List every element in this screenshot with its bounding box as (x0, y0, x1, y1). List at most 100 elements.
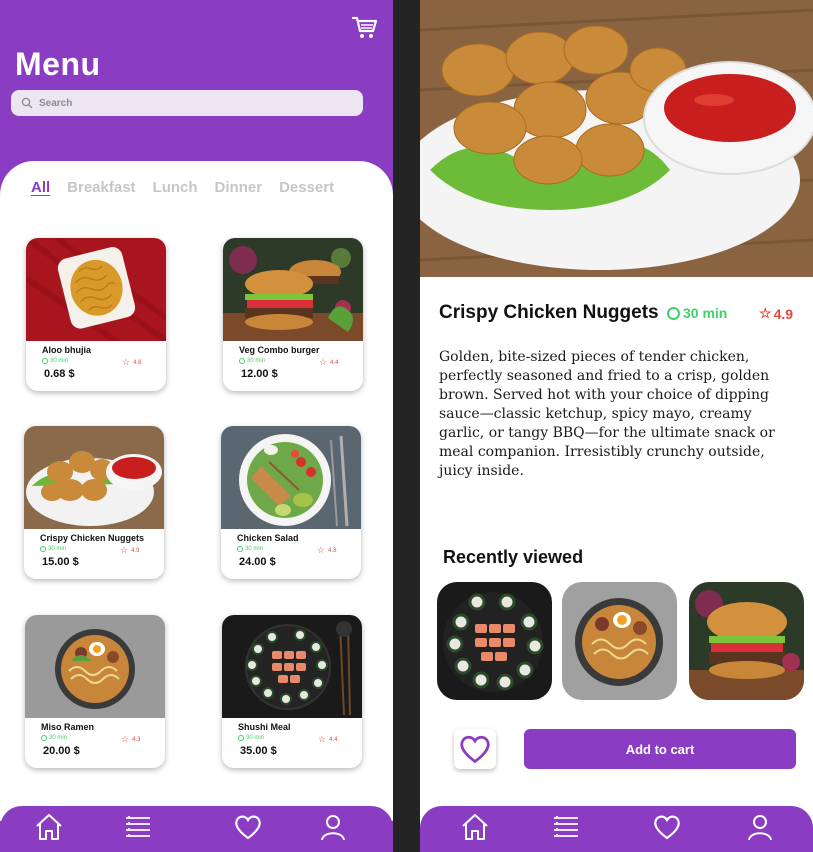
card-rating: ☆ 4.8 (317, 545, 336, 556)
card-rating-value: 4.8 (328, 547, 337, 554)
rating: ☆ 4.9 (759, 305, 793, 322)
card-price: 15.00 $ (42, 556, 79, 568)
card-time-value: 30 min (247, 358, 266, 364)
detail-screen: Crispy Chicken Nuggets 30 min ☆ 4.9 Golde… (420, 0, 813, 852)
bottom-nav (420, 806, 813, 852)
card-time-value: 30 min (246, 735, 265, 741)
star-icon: ☆ (122, 357, 131, 367)
food-card-shushi-meal[interactable]: Shushi Meal 30 min ☆ 4.4 35.00 $ (222, 615, 362, 768)
miso-ramen-image (25, 615, 165, 718)
clock-icon (238, 735, 244, 741)
card-time: 30 min (40, 546, 66, 552)
card-rating-value: 4.4 (330, 359, 339, 366)
tab-lunch[interactable]: Lunch (153, 179, 198, 196)
card-rating: ☆ 4.8 (122, 357, 141, 368)
card-time: 30 min (239, 358, 265, 364)
clock-icon (667, 306, 680, 320)
heart-icon (460, 735, 490, 764)
heart-icon[interactable] (233, 812, 263, 842)
card-name: Chicken Salad (237, 533, 299, 543)
page-title: Menu (15, 46, 101, 82)
star-icon: ☆ (318, 734, 327, 744)
card-time-value: 30 min (245, 546, 264, 552)
clock-icon (237, 546, 243, 552)
search-icon (21, 97, 33, 109)
food-card-veg-combo-burger[interactable]: Veg Combo burger 30 min ☆ 4.4 12.00 $ (223, 238, 363, 391)
list-icon[interactable] (123, 812, 153, 842)
card-rating-value: 4.3 (132, 736, 141, 743)
card-price: 24.00 $ (239, 556, 276, 568)
food-card-chicken-salad[interactable]: Chicken Salad 30 min ☆ 4.8 24.00 $ (221, 426, 361, 579)
card-name: Crispy Chicken Nuggets (40, 533, 145, 543)
recently-viewed-heading: Recently viewed (443, 547, 584, 567)
card-name: Miso Ramen (41, 722, 95, 732)
food-card-miso-ramen[interactable]: Miso Ramen 30 min ☆ 4.3 20.00 $ (25, 615, 165, 768)
tab-dessert[interactable]: Dessert (279, 179, 334, 196)
star-icon: ☆ (120, 545, 129, 555)
food-description: Golden, bite-sized pieces of tender chic… (439, 349, 775, 479)
card-time-value: 30 min (50, 358, 69, 364)
card-price: 35.00 $ (240, 745, 277, 757)
food-card-aloo-bhujia[interactable]: Aloo bhujia 30 min ☆ 4.8 0.68 $ (26, 238, 166, 391)
card-rating: ☆ 4.3 (121, 734, 140, 745)
shopping-cart-icon[interactable] (351, 14, 379, 42)
card-time-value: 30 min (49, 735, 68, 741)
card-time: 30 min (42, 358, 68, 364)
tab-breakfast[interactable]: Breakfast (67, 179, 135, 196)
list-icon[interactable] (551, 812, 581, 842)
clock-icon (42, 358, 48, 364)
add-to-cart-button[interactable]: Add to cart (524, 729, 796, 769)
heart-icon[interactable] (652, 812, 682, 842)
card-rating-value: 4.4 (329, 736, 338, 743)
food-card-crispy-chicken-nuggets[interactable]: Crispy Chicken Nuggets 30 min ☆ 4.9 15.00… (24, 426, 164, 579)
home-icon[interactable] (34, 812, 64, 842)
card-price: 12.00 $ (241, 368, 278, 380)
recent-item-ramen[interactable] (562, 582, 677, 700)
star-icon: ☆ (121, 734, 130, 744)
clock-icon (40, 546, 46, 552)
tab-all[interactable]: All (31, 179, 50, 196)
star-icon: ☆ (319, 357, 328, 367)
food-title: Crispy Chicken Nuggets (439, 302, 659, 323)
card-name: Shushi Meal (238, 722, 291, 732)
sushi-meal-image (222, 615, 362, 718)
card-name: Aloo bhujia (42, 345, 91, 355)
favorite-button[interactable] (454, 729, 496, 769)
hero-image-nuggets (420, 0, 813, 277)
card-rating: ☆ 4.4 (319, 357, 338, 368)
recent-item-sushi[interactable] (437, 582, 552, 700)
card-price: 20.00 $ (43, 745, 80, 757)
home-icon[interactable] (460, 812, 490, 842)
category-tabs: All Breakfast Lunch Dinner Dessert (31, 179, 351, 196)
card-time: 30 min (238, 735, 264, 741)
nuggets-image (24, 426, 164, 529)
tab-dinner[interactable]: Dinner (215, 179, 263, 196)
user-icon[interactable] (318, 812, 348, 842)
card-time-value: 30 min (48, 546, 67, 552)
card-time: 30 min (41, 735, 67, 741)
aloo-bhujia-image (26, 238, 166, 341)
veg-burger-image (223, 238, 363, 341)
search-input[interactable] (39, 97, 339, 109)
bottom-nav (0, 806, 393, 852)
star-icon: ☆ (317, 545, 326, 555)
recent-item-burger[interactable] (689, 582, 804, 700)
card-rating: ☆ 4.9 (120, 545, 139, 556)
card-rating-value: 4.8 (133, 359, 142, 366)
prep-time: 30 min (667, 305, 727, 321)
rating-value: 4.9 (773, 305, 794, 322)
app-stage: Menu All Breakfast Lunch Dinner Dessert (0, 0, 813, 852)
menu-screen: Menu All Breakfast Lunch Dinner Dessert (0, 0, 393, 852)
card-rating: ☆ 4.4 (318, 734, 337, 745)
clock-icon (239, 358, 245, 364)
card-name: Veg Combo burger (239, 345, 320, 355)
user-icon[interactable] (745, 812, 775, 842)
card-time: 30 min (237, 546, 263, 552)
prep-time-value: 30 min (683, 305, 728, 321)
search-bar[interactable] (11, 90, 363, 116)
card-price: 0.68 $ (44, 368, 75, 380)
chicken-salad-image (221, 426, 361, 529)
menu-content: All Breakfast Lunch Dinner Dessert Aloo … (0, 161, 393, 821)
star-icon: ☆ (759, 305, 772, 321)
card-rating-value: 4.9 (131, 547, 140, 554)
